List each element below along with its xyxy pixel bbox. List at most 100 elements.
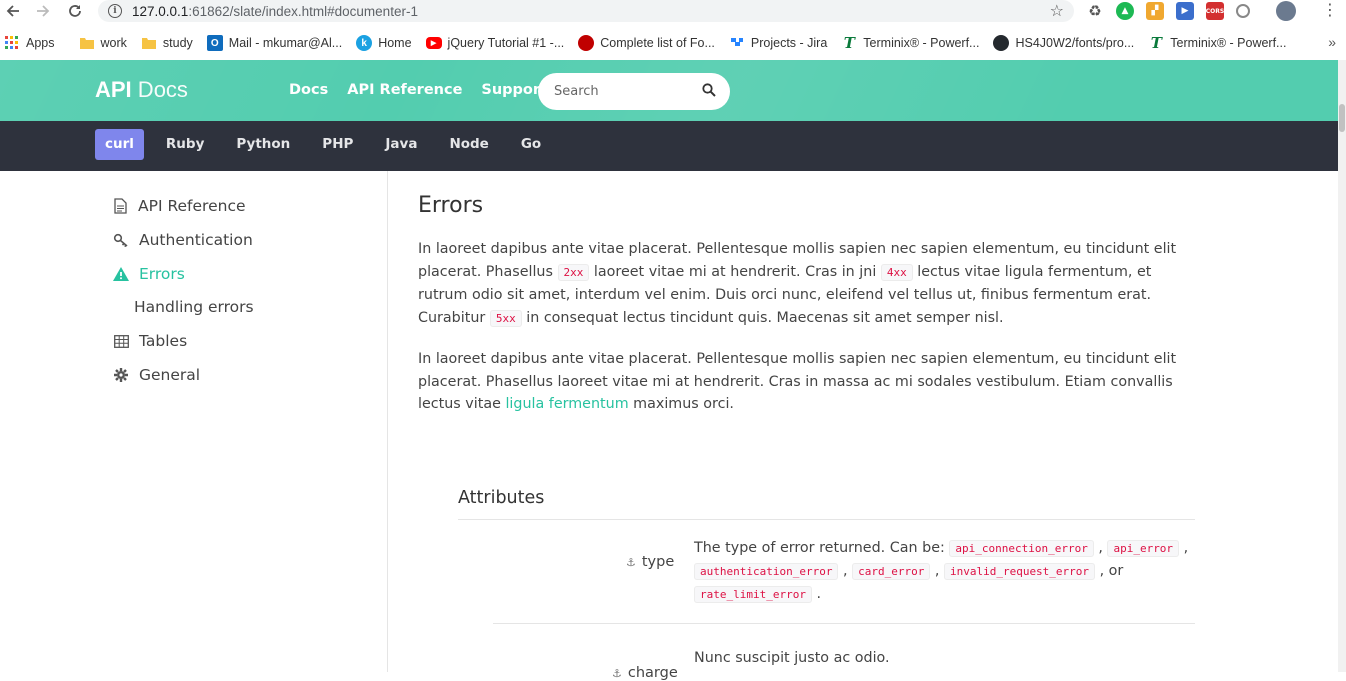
address-bar[interactable]: i 127.0.0.1:61862/slate/index.html#docum… [98,0,1074,22]
sidebar-item-label: Authentication [139,231,253,249]
sidebar-item-authentication[interactable]: Authentication [113,231,253,249]
code-5xx: 5xx [489,309,522,327]
sidebar-item-tables[interactable]: Tables [113,332,187,350]
browser-toolbar: i 127.0.0.1:61862/slate/index.html#docum… [0,0,1346,22]
attribute-divider [493,623,1195,624]
bookmark-terminix-2[interactable]: T Terminix® - Powerf... [1148,34,1287,52]
bookmark-jira[interactable]: Projects - Jira [729,35,827,51]
url-text[interactable]: 127.0.0.1:61862/slate/index.html#documen… [132,4,418,19]
outlook-icon: O [206,35,223,51]
sidebar-item-label: Tables [139,332,188,350]
text-run: , [1179,540,1189,556]
nav-api-reference[interactable]: API Reference [347,82,462,98]
lang-tab-ruby[interactable]: Ruby [156,129,214,160]
lang-tab-node[interactable]: Node [439,129,498,160]
text-run: , [838,563,853,579]
site-logo[interactable]: API Docs [95,77,188,103]
sidebar-item-handling-errors[interactable]: Handling errors [134,298,254,316]
sidebar-item-label: Errors [139,265,185,283]
reload-icon [69,5,81,17]
bookmark-terminix-1[interactable]: T Terminix® - Powerf... [841,34,980,52]
attribute-type-name: ⚓ type [626,554,674,570]
sidebar-item-api-reference[interactable]: API Reference [112,197,246,215]
lang-tab-php[interactable]: PHP [312,129,363,160]
text-run: laoreet vitae mi at hendrerit. Cras in j… [589,263,881,280]
text-run: maximus orci. [628,396,734,412]
bookmarks-overflow-icon[interactable]: » [1328,34,1336,50]
text-run: , [1093,540,1108,556]
bookmarks-bar: Apps work study O Mail - mkumar@Al... k … [0,30,1346,56]
extension-orange-icon[interactable]: ▞ [1146,2,1164,20]
reload-button[interactable] [64,0,86,22]
bookmark-label: study [162,36,193,50]
attribute-charge-description: Nunc suscipit justo ac odio. [694,650,890,666]
url-path: :61862/slate/index.html#documenter-1 [188,3,418,19]
attributes-divider [458,519,1195,520]
site-header: API Docs Docs API Reference Support [0,60,1338,121]
apps-grid-icon [4,35,20,51]
errors-paragraph-1: In laoreet dapibus ante vitae placerat. … [418,238,1178,330]
scrollbar-thumb[interactable] [1339,104,1345,132]
code-invalid-request-error: invalid_request_error [943,563,1096,580]
extension-green-icon[interactable]: ▲ [1116,2,1134,20]
extension-blue-icon[interactable]: ▶ [1176,2,1194,20]
bookmark-study[interactable]: study [141,35,193,51]
errors-paragraph-2: In laoreet dapibus ante vitae placerat. … [418,348,1178,416]
page-scrollbar[interactable] [1338,60,1346,672]
sidebar-item-errors[interactable]: Errors [113,265,185,283]
bookmark-apps[interactable]: Apps [4,35,55,51]
text-run: , [930,563,944,579]
code-4xx: 4xx [880,263,913,281]
sidebar-item-label: API Reference [138,197,246,215]
nav-docs[interactable]: Docs [289,82,328,98]
code-2xx: 2xx [557,263,590,281]
bookmark-star-icon[interactable]: ☆ [1050,1,1064,20]
code-api-error: api_error [1107,540,1180,557]
text-run: The type of error returned. Can be: [694,540,950,556]
cors-extension-icon[interactable]: CORS [1206,2,1224,20]
search-input[interactable] [554,84,694,99]
top-nav: Docs API Reference Support [289,82,547,98]
attribute-charge-name: ⚓ charge [612,665,678,681]
search-icon[interactable] [702,83,716,97]
youtube-icon: ▶ [425,37,442,49]
sidebar-toc: API Reference Authentication Errors Hand… [0,171,388,672]
code-api-connection-error: api_connection_error [949,540,1094,557]
folder-icon [79,35,95,51]
lang-tab-go[interactable]: Go [511,129,551,160]
table-icon [113,333,129,349]
sidebar-item-label: Handling errors [134,298,254,316]
extension-circle-icon[interactable] [1236,4,1250,18]
lang-tab-curl[interactable]: curl [95,129,144,160]
folder-icon [141,35,157,51]
bookmark-complete-list[interactable]: Complete list of Fo... [578,35,715,51]
browser-menu-icon[interactable]: ⋮ [1322,2,1338,18]
profile-avatar-icon[interactable] [1276,1,1296,21]
code-authentication-error: authentication_error [694,563,839,580]
attribute-name-text: type [641,554,675,570]
bookmark-github[interactable]: HS4J0W2/fonts/pro... [993,35,1134,51]
bookmark-mail[interactable]: O Mail - mkumar@Al... [206,35,343,51]
ligula-fermentum-link[interactable]: ligula fermentum [505,396,628,412]
recycle-icon[interactable]: ♻ [1086,2,1104,20]
bookmark-jquery[interactable]: ▶ jQuery Tutorial #1 -... [425,36,564,50]
logo-bold: API [95,77,132,102]
terminix-icon: T [843,34,855,52]
forward-button[interactable] [32,0,54,22]
terminix-icon: T [1150,34,1162,52]
sidebar-item-general[interactable]: General [113,366,200,384]
logo-light: Docs [131,77,188,102]
lang-tab-java[interactable]: Java [375,129,427,160]
bookmark-work[interactable]: work [79,35,127,51]
back-button[interactable] [2,0,24,22]
bookmark-home[interactable]: k Home [356,35,412,51]
code-rate-limit-error: rate_limit_error [694,586,812,603]
text-run: in consequat lectus tincidunt quis. Maec… [521,309,1004,326]
anchor-icon[interactable]: ⚓ [612,667,622,680]
lang-tab-python[interactable]: Python [226,129,300,160]
info-icon[interactable]: i [108,4,122,18]
anchor-icon[interactable]: ⚓ [626,556,636,569]
main-content: Errors In laoreet dapibus ante vitae pla… [388,171,1338,681]
arrow-right-icon [37,5,50,17]
bookmark-label: Mail - mkumar@Al... [228,36,343,50]
